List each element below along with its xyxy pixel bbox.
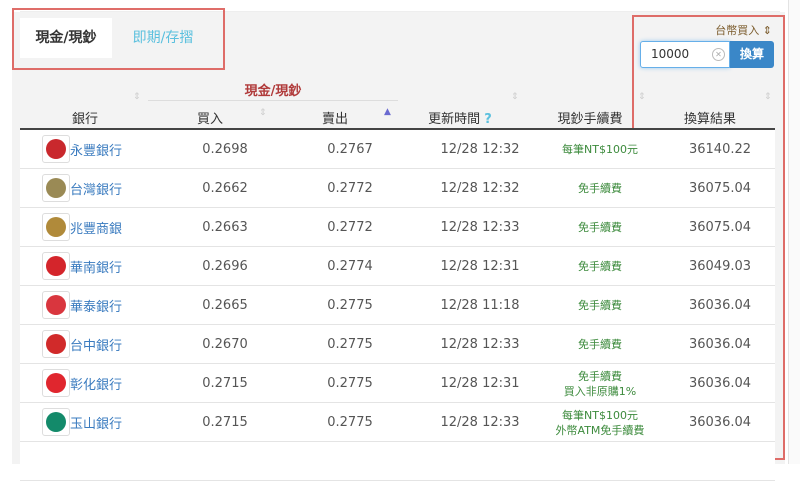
bank-link[interactable]: 華泰銀行: [70, 286, 150, 325]
bank-link[interactable]: 華南銀行: [70, 247, 150, 286]
table-row: 華南銀行 0.2696 0.2774 12/28 12:31 免手續費 3604…: [20, 247, 775, 286]
fee-line: 免手續費: [578, 260, 622, 273]
group-header-cash: 現金/現鈔: [244, 84, 302, 99]
bank-link[interactable]: 彰化銀行: [70, 364, 150, 403]
col-bank[interactable]: 銀行: [40, 108, 130, 127]
buy-rate: 0.2670: [202, 337, 248, 352]
sell-rate: 0.2772: [327, 181, 373, 196]
buy-rate: 0.2665: [202, 298, 248, 313]
cash-fee: 免手續費: [535, 286, 665, 325]
sell-rate: 0.2772: [327, 220, 373, 235]
bank-logo-icon: [42, 213, 70, 241]
update-time: 12/28 12:31: [440, 376, 520, 391]
sell-rate: 0.2775: [327, 337, 373, 352]
bank-logo-icon: [42, 369, 70, 397]
update-time: 12/28 12:32: [440, 142, 520, 157]
bank-link[interactable]: 台灣銀行: [70, 169, 150, 208]
converted-result: 36075.04: [688, 181, 752, 196]
sell-rate: 0.2767: [327, 142, 373, 157]
sort-icon[interactable]: ⇕: [133, 92, 141, 102]
col-result[interactable]: 換算結果: [660, 108, 760, 127]
buy-rate: 0.2715: [202, 415, 248, 430]
sort-icon[interactable]: ⇕: [638, 92, 646, 102]
sell-rate: 0.2775: [327, 415, 373, 430]
col-buy[interactable]: 買入: [165, 108, 255, 127]
buy-rate: 0.2715: [202, 376, 248, 391]
table-row: 永豐銀行 0.2698 0.2767 12/28 12:32 每筆NT$100元…: [20, 130, 775, 169]
divider: [148, 100, 398, 101]
highlight-box-tabs: [12, 8, 225, 70]
help-icon[interactable]: ?: [484, 112, 492, 127]
sort-asc-icon[interactable]: ▲: [384, 107, 391, 117]
bank-logo-icon: [42, 135, 70, 163]
converted-result: 36036.04: [688, 376, 752, 391]
buy-rate: 0.2662: [202, 181, 248, 196]
sell-rate: 0.2775: [327, 376, 373, 391]
fee-line: 買入非原購1%: [563, 384, 637, 398]
fee-line: 每筆NT$100元: [562, 408, 638, 422]
bank-logo-icon: [42, 330, 70, 358]
sell-rate: 0.2775: [327, 298, 373, 313]
cash-fee: 免手續費 買入非原購1%: [535, 364, 665, 403]
col-time[interactable]: 更新時間 ?: [410, 108, 510, 127]
fee-line: 免手續費: [578, 338, 622, 351]
table-row: 彰化銀行 0.2715 0.2775 12/28 12:31 免手續費 買入非原購…: [20, 364, 775, 403]
converted-result: 36036.04: [688, 415, 752, 430]
table-row: 華泰銀行 0.2665 0.2775 12/28 11:18 免手續費 3603…: [20, 286, 775, 325]
table-row: 玉山銀行 0.2715 0.2775 12/28 12:33 每筆NT$100元…: [20, 403, 775, 442]
update-time: 12/28 12:33: [440, 337, 520, 352]
fee-line: 免手續費: [578, 299, 622, 312]
table-row: 台中銀行 0.2670 0.2775 12/28 12:33 免手續費 3603…: [20, 325, 775, 364]
fee-line: 免手續費: [578, 221, 622, 234]
fee-line: 外幣ATM免手續費: [555, 423, 645, 437]
sort-icon[interactable]: ⇕: [259, 108, 267, 118]
buy-rate: 0.2663: [202, 220, 248, 235]
col-sell[interactable]: 賣出: [290, 108, 380, 127]
cash-fee: 免手續費: [535, 247, 665, 286]
update-time: 12/28 12:32: [440, 181, 520, 196]
cash-fee: 免手續費: [535, 325, 665, 364]
sort-icon[interactable]: ⇕: [511, 92, 519, 102]
bank-link[interactable]: 玉山銀行: [70, 403, 150, 442]
update-time: 12/28 12:31: [440, 259, 520, 274]
sort-icon[interactable]: ⇕: [764, 92, 772, 102]
update-time: 12/28 11:18: [440, 298, 520, 313]
bank-logo-icon: [42, 408, 70, 436]
table-row: 台灣銀行 0.2662 0.2772 12/28 12:32 免手續費 3607…: [20, 169, 775, 208]
bank-link[interactable]: 兆豐商銀: [70, 208, 150, 247]
fee-line: 免手續費: [578, 369, 622, 383]
col-fee[interactable]: 現鈔手續費: [540, 108, 640, 127]
converted-result: 36036.04: [688, 298, 752, 313]
col-time-label: 更新時間: [428, 112, 481, 127]
bank-logo-icon: [42, 252, 70, 280]
cash-fee: 免手續費: [535, 208, 665, 247]
sell-rate: 0.2774: [327, 259, 373, 274]
update-time: 12/28 12:33: [440, 220, 520, 235]
cash-fee: 每筆NT$100元: [535, 130, 665, 169]
bank-logo-icon: [42, 291, 70, 319]
cash-fee: 免手續費: [535, 169, 665, 208]
bank-logo-icon: [42, 174, 70, 202]
converted-result: 36140.22: [688, 142, 752, 157]
converted-result: 36049.03: [688, 259, 752, 274]
table-row: 兆豐商銀 0.2663 0.2772 12/28 12:33 免手續費 3607…: [20, 208, 775, 247]
bank-link[interactable]: 永豐銀行: [70, 130, 150, 169]
fee-line: 免手續費: [578, 182, 622, 195]
table-row-partial: [20, 442, 775, 481]
buy-rate: 0.2696: [202, 259, 248, 274]
update-time: 12/28 12:33: [440, 415, 520, 430]
bank-link[interactable]: 台中銀行: [70, 325, 150, 364]
scrollbar[interactable]: [788, 0, 800, 464]
buy-rate: 0.2698: [202, 142, 248, 157]
cash-fee: 每筆NT$100元 外幣ATM免手續費: [535, 403, 665, 442]
converted-result: 36036.04: [688, 337, 752, 352]
fee-line: 每筆NT$100元: [562, 143, 638, 156]
converted-result: 36075.04: [688, 220, 752, 235]
